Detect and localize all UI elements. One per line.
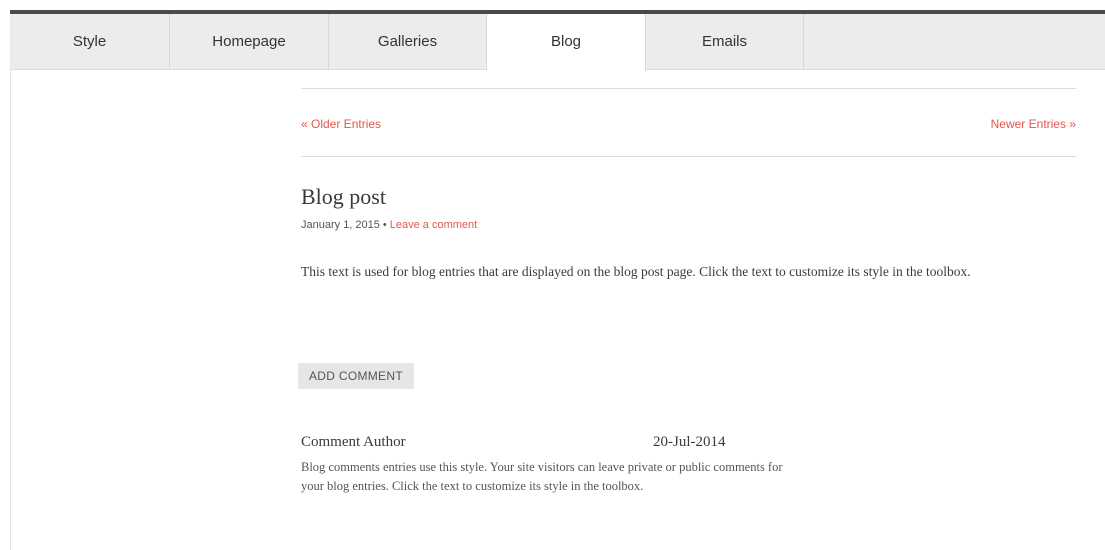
post-title[interactable]: Blog post — [301, 184, 386, 210]
older-entries-link[interactable]: « Older Entries — [301, 117, 381, 131]
post-date: January 1, 2015 — [301, 219, 380, 231]
comment-author[interactable]: Comment Author — [301, 434, 406, 451]
tab-emails[interactable]: Emails — [646, 14, 804, 70]
divider — [301, 88, 1076, 89]
left-border — [10, 70, 11, 550]
newer-entries-link[interactable]: Newer Entries » — [991, 117, 1076, 131]
tab-galleries[interactable]: Galleries — [329, 14, 487, 70]
tab-style[interactable]: Style — [10, 14, 170, 70]
tab-homepage[interactable]: Homepage — [170, 14, 329, 70]
post-meta: January 1, 2015 • Leave a comment — [301, 219, 477, 231]
post-body[interactable]: This text is used for blog entries that … — [301, 260, 1076, 283]
divider — [301, 156, 1076, 157]
tab-blog[interactable]: Blog — [487, 14, 646, 71]
comment-text[interactable]: Blog comments entries use this style. Yo… — [301, 458, 791, 496]
leave-comment-link[interactable]: Leave a comment — [390, 219, 477, 231]
meta-separator: • — [382, 219, 387, 231]
editor-tab-bar: Style Homepage Galleries Blog Emails — [10, 14, 1105, 71]
add-comment-button[interactable]: ADD COMMENT — [298, 363, 414, 389]
comment-date[interactable]: 20-Jul-2014 — [653, 434, 726, 451]
